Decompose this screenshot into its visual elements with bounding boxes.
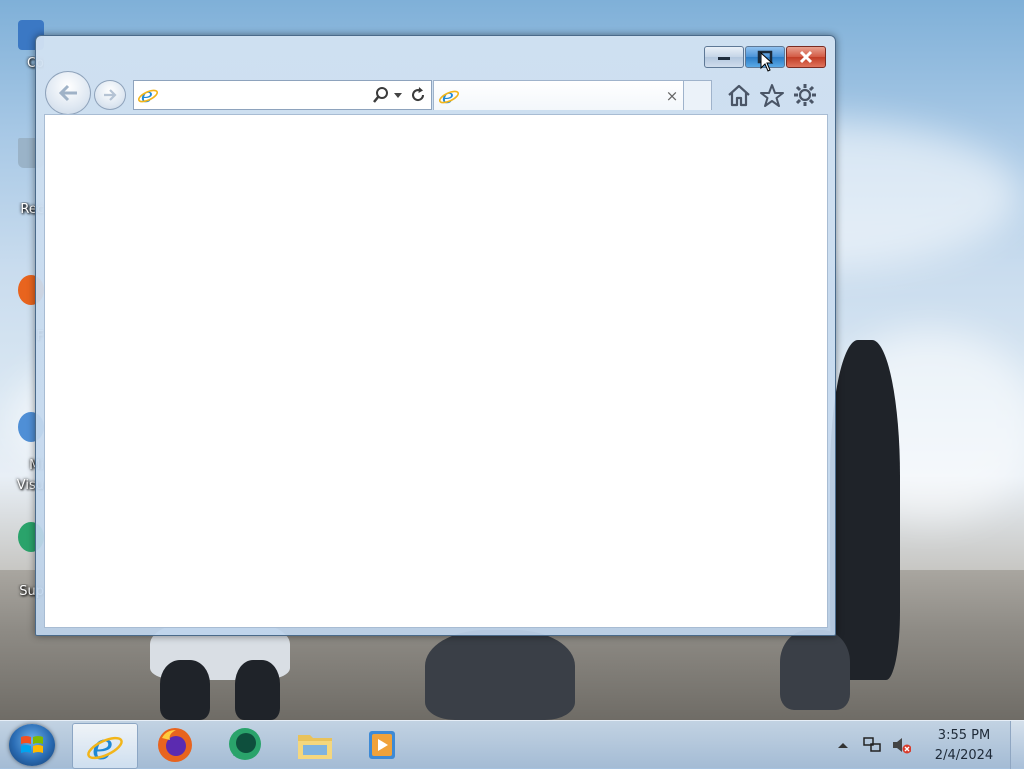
gear-icon xyxy=(794,84,816,106)
network-icon xyxy=(863,737,881,752)
mouse-cursor-icon xyxy=(760,52,774,72)
refresh-button[interactable] xyxy=(405,83,431,107)
star-icon xyxy=(760,84,784,107)
forward-arrow-icon xyxy=(104,89,117,101)
page-content[interactable] xyxy=(44,114,828,628)
dropdown-arrow-icon xyxy=(394,93,402,98)
back-arrow-icon xyxy=(58,84,77,102)
folder-icon xyxy=(298,735,332,759)
windows-logo-icon xyxy=(21,736,43,753)
address-bar[interactable]: e xyxy=(133,80,432,110)
start-button[interactable] xyxy=(9,724,55,766)
refresh-icon xyxy=(412,87,425,102)
tab-close-button[interactable]: × xyxy=(661,85,683,107)
minimize-icon xyxy=(718,57,730,60)
tab-active[interactable]: e × xyxy=(433,80,684,110)
chat-app-icon xyxy=(229,728,261,760)
back-button[interactable] xyxy=(45,71,91,115)
browser-window: e e × xyxy=(35,35,836,636)
address-dropdown-button[interactable] xyxy=(391,83,405,107)
clock-date: 2/4/2024 xyxy=(934,748,994,763)
taskbar-item-internet-explorer[interactable]: e xyxy=(72,723,138,769)
show-hidden-icons-button[interactable] xyxy=(833,735,853,755)
address-input[interactable] xyxy=(162,83,371,107)
home-icon xyxy=(728,84,750,107)
taskbar-item-media-player[interactable] xyxy=(350,723,414,767)
taskbar-item-firefox[interactable] xyxy=(143,723,207,767)
minimize-button[interactable] xyxy=(704,46,744,68)
taskbar-item-chat-app[interactable] xyxy=(213,723,277,767)
tab-ie-icon: e xyxy=(434,84,464,108)
penguin xyxy=(780,630,850,710)
system-clock[interactable]: 3:55 PM 2/4/2024 xyxy=(929,726,999,766)
taskbar-item-file-explorer[interactable] xyxy=(283,723,347,767)
favorites-button[interactable] xyxy=(758,81,786,109)
home-button[interactable] xyxy=(725,81,753,109)
close-button[interactable] xyxy=(786,46,826,68)
show-desktop-button[interactable] xyxy=(1010,721,1024,769)
penguin xyxy=(830,340,900,680)
internet-explorer-icon: e xyxy=(87,727,123,766)
close-icon xyxy=(799,50,813,64)
penguin xyxy=(425,630,575,720)
taskbar: e 3:55 PM 2/4/2024 xyxy=(0,720,1024,769)
volume-muted-icon xyxy=(893,738,911,754)
penguin-leg xyxy=(160,660,210,720)
search-icon xyxy=(373,87,388,103)
firefox-icon xyxy=(158,728,192,762)
volume-button[interactable] xyxy=(891,735,911,755)
ie-page-icon: e xyxy=(134,83,162,107)
new-tab-button[interactable] xyxy=(683,80,712,110)
media-player-icon xyxy=(369,731,395,759)
tools-button[interactable] xyxy=(791,81,819,109)
forward-button[interactable] xyxy=(94,80,126,110)
chevron-up-icon xyxy=(838,743,848,748)
network-status-button[interactable] xyxy=(862,735,882,755)
clock-time: 3:55 PM xyxy=(937,728,991,743)
search-button[interactable] xyxy=(371,83,391,107)
penguin-leg xyxy=(235,660,280,720)
